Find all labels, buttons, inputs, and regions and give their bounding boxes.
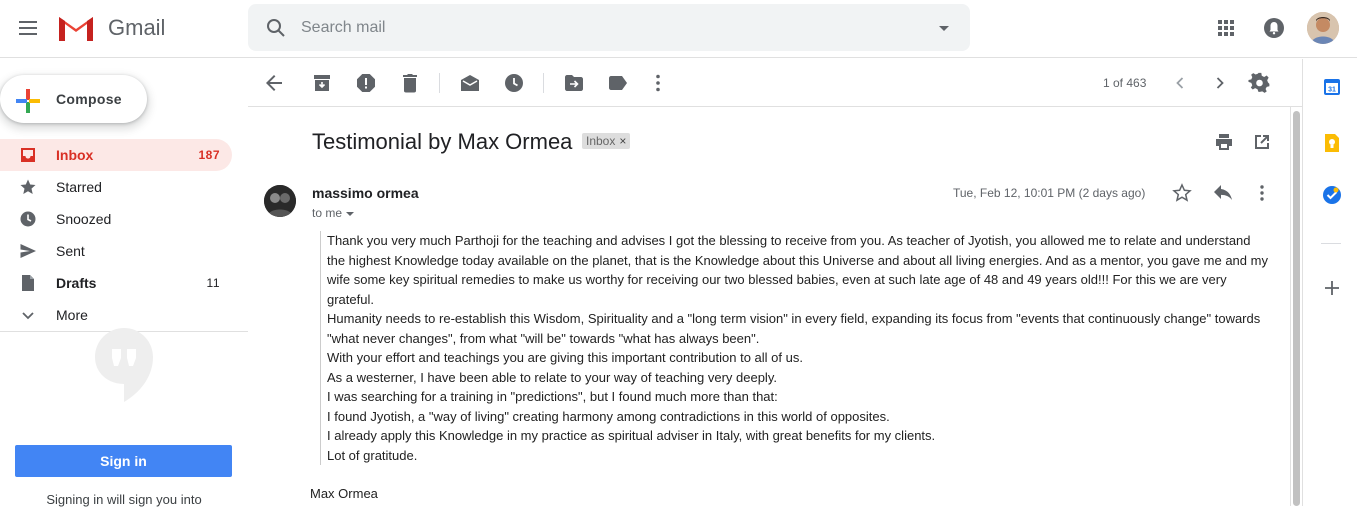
star-icon <box>20 179 36 194</box>
print-icon[interactable] <box>1214 132 1234 152</box>
compose-label: Compose <box>56 91 122 107</box>
body-paragraph: I already apply this Knowledge in my pra… <box>327 428 936 443</box>
sender-photo-icon <box>264 185 296 217</box>
sender-name[interactable]: massimo ormea <box>312 185 419 201</box>
pagination-text: 1 of 463 <box>1103 76 1147 90</box>
tasks-icon[interactable] <box>1322 185 1342 205</box>
sidebar-item-label: Starred <box>56 179 102 195</box>
subject-text: Testimonial by Max Ormea <box>312 129 573 154</box>
recipient-line[interactable]: to me <box>312 206 355 220</box>
sidebar-item-inbox[interactable]: Inbox 187 <box>0 139 232 171</box>
compose-plus-icon <box>16 89 40 113</box>
user-photo-icon <box>1307 12 1339 44</box>
inbox-icon <box>21 148 35 162</box>
scrollbar-thumb[interactable] <box>1293 111 1300 506</box>
sidebar-item-label: Inbox <box>56 147 94 163</box>
sidebar-item-label: Drafts <box>56 275 97 291</box>
body-paragraph: Lot of gratitude. <box>327 447 418 463</box>
toolbar-divider <box>439 73 440 93</box>
unread-count: 187 <box>198 148 220 162</box>
label-icon[interactable] <box>606 71 630 95</box>
open-in-new-window-icon[interactable] <box>1252 132 1272 152</box>
move-to-icon[interactable] <box>562 71 586 95</box>
main-menu-icon[interactable] <box>16 17 40 41</box>
settings-gear-icon[interactable] <box>1248 71 1272 95</box>
gmail-logo-icon[interactable] <box>57 13 95 43</box>
svg-text:31: 31 <box>1328 87 1336 94</box>
side-panel-divider <box>1321 243 1341 244</box>
delete-icon[interactable] <box>398 71 422 95</box>
body-paragraph: I was searching for a training in "predi… <box>327 389 778 404</box>
back-arrow-icon[interactable] <box>262 71 286 95</box>
message-scrollbar[interactable] <box>1290 107 1302 506</box>
body-paragraph: With your effort and teachings you are g… <box>327 350 803 365</box>
body-paragraph: As a westerner, I have been able to rela… <box>327 369 777 385</box>
sidebar-item-sent[interactable]: Sent <box>0 235 232 267</box>
older-chevron-right-icon[interactable] <box>1208 71 1232 95</box>
top-bar: Gmail <box>0 0 1357 58</box>
hangouts-icon <box>95 328 153 402</box>
sidebar: Compose Inbox 187 Starred Snoozed Sent D… <box>0 59 248 507</box>
email-date: Tue, Feb 12, 10:01 PM (2 days ago) <box>953 186 1146 200</box>
snooze-icon[interactable] <box>502 71 526 95</box>
sign-in-note: Signing in will sign you into <box>46 492 202 507</box>
drafts-count: 11 <box>206 276 220 290</box>
mark-unread-icon[interactable] <box>458 71 482 95</box>
account-avatar[interactable] <box>1307 12 1339 44</box>
sidebar-item-label: Sent <box>56 243 85 259</box>
compose-button[interactable]: Compose <box>0 75 147 123</box>
sidebar-item-label: Snoozed <box>56 211 112 227</box>
recipient-text: to me <box>312 206 343 220</box>
keep-icon[interactable] <box>1322 133 1342 153</box>
add-addon-plus-icon[interactable] <box>1322 278 1342 298</box>
body-paragraph: Humanity needs to re-establish this Wisd… <box>327 311 1261 346</box>
inbox-label-chip[interactable]: Inbox × <box>582 133 631 149</box>
search-options-dropdown-icon[interactable] <box>934 18 954 38</box>
clock-icon <box>20 211 36 227</box>
star-message-icon[interactable] <box>1172 183 1192 203</box>
notifications-icon[interactable] <box>1262 16 1286 40</box>
email-signature: Max Ormea <box>310 486 378 501</box>
sender-avatar[interactable] <box>264 185 296 217</box>
remove-label-icon[interactable]: × <box>619 134 626 148</box>
body-paragraph: Thank you very much Parthoji for the tea… <box>327 233 1268 307</box>
draft-icon <box>22 275 34 291</box>
email-body: Thank you very much Parthoji for the tea… <box>320 231 1270 465</box>
message-more-icon[interactable] <box>1252 183 1272 203</box>
side-panel: 31 <box>1302 59 1357 506</box>
search-bar[interactable] <box>248 4 970 51</box>
sign-in-button[interactable]: Sign in <box>15 445 232 477</box>
newer-chevron-left-icon[interactable] <box>1168 71 1192 95</box>
send-icon <box>20 244 36 258</box>
label-chip-text: Inbox <box>586 134 616 148</box>
calendar-icon[interactable]: 31 <box>1322 77 1342 97</box>
sidebar-item-label: More <box>56 307 88 323</box>
google-apps-icon[interactable] <box>1214 16 1238 40</box>
sidebar-item-drafts[interactable]: Drafts 11 <box>0 267 232 299</box>
app-name[interactable]: Gmail <box>108 15 165 41</box>
reply-icon[interactable] <box>1212 183 1234 205</box>
email-subject: Testimonial by Max Ormea <box>312 129 572 155</box>
report-spam-icon[interactable] <box>354 71 378 95</box>
message-toolbar: 1 of 463 <box>248 59 1302 107</box>
chevron-down-icon <box>22 312 34 320</box>
more-actions-icon[interactable] <box>646 71 670 95</box>
main-content: 1 of 463 Testimonial by Max Ormea Inbox × <box>248 59 1302 506</box>
search-input[interactable] <box>301 4 921 51</box>
search-icon[interactable] <box>264 16 288 40</box>
recipient-details-dropdown-icon[interactable] <box>346 211 355 216</box>
archive-icon[interactable] <box>310 71 334 95</box>
sidebar-item-starred[interactable]: Starred <box>0 171 232 203</box>
body-paragraph: I found Jyotish, a "way of living" creat… <box>327 408 890 424</box>
sidebar-item-snoozed[interactable]: Snoozed <box>0 203 232 235</box>
toolbar-divider <box>543 73 544 93</box>
sidebar-nav: Inbox 187 Starred Snoozed Sent Drafts 11… <box>0 139 248 331</box>
